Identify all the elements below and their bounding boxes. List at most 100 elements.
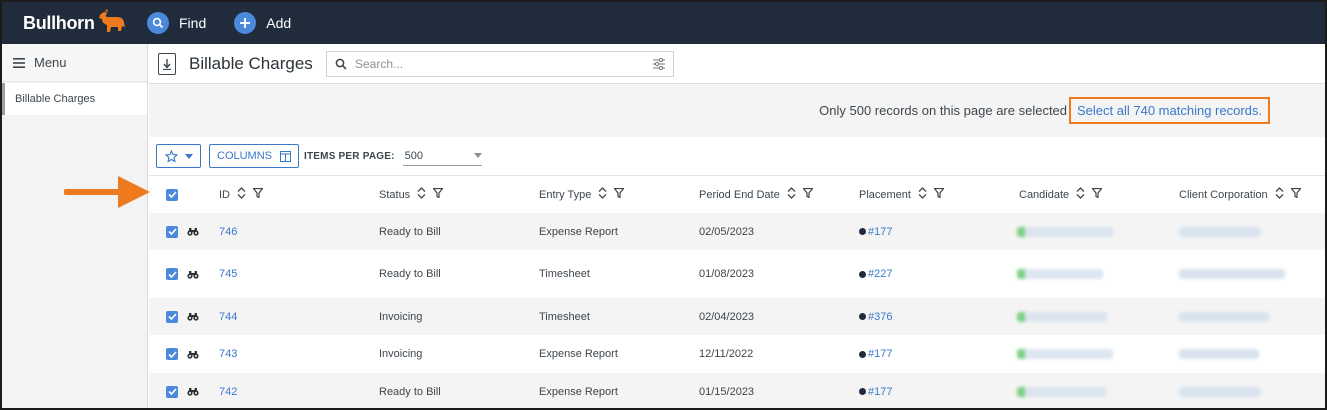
row-checkbox[interactable] xyxy=(166,225,178,238)
row-period-end-date: 02/04/2023 xyxy=(699,310,755,323)
row-checkbox[interactable] xyxy=(166,385,178,398)
row-candidate-redacted xyxy=(1017,226,1113,237)
status-dot-icon xyxy=(859,313,866,320)
row-client-corporation-redacted xyxy=(1179,349,1259,359)
plus-icon xyxy=(234,12,257,34)
row-placement-link[interactable]: #177 xyxy=(859,226,892,238)
search-box[interactable] xyxy=(326,50,674,77)
row-entry-type: Expense Report xyxy=(539,348,618,360)
binoculars-icon[interactable] xyxy=(187,227,199,236)
row-checkbox[interactable] xyxy=(166,268,178,280)
row-period-end-date: 01/08/2023 xyxy=(699,268,755,280)
add-label: Add xyxy=(266,15,292,31)
items-per-page-label: ITEMS PER PAGE: xyxy=(304,150,395,162)
row-candidate-redacted xyxy=(1017,349,1113,359)
row-id-link[interactable]: 742 xyxy=(219,386,237,398)
table-row[interactable]: 746 Ready to Bill Expense Report 02/05/2023… xyxy=(149,213,1325,250)
row-period-end-date: 12/11/2022 xyxy=(699,348,754,360)
row-placement-link[interactable]: #376 xyxy=(859,311,892,323)
find-button[interactable]: Find xyxy=(147,12,206,34)
row-id-link[interactable]: 746 xyxy=(219,226,237,238)
column-header-candidate[interactable]: Candidate xyxy=(1019,187,1103,202)
select-all-matching-link[interactable]: Select all 740 matching records. xyxy=(1069,97,1270,124)
status-dot-icon xyxy=(859,270,866,278)
row-checkbox[interactable] xyxy=(166,348,178,360)
table-header-row: ID Status Entry Type Period End Date Pla… xyxy=(149,175,1325,213)
caret-down-icon xyxy=(473,153,482,158)
sort-icon[interactable] xyxy=(237,187,246,202)
hamburger-icon xyxy=(13,57,25,68)
column-header-status[interactable]: Status xyxy=(379,187,444,202)
select-all-checkbox[interactable] xyxy=(166,188,178,201)
row-id-link[interactable]: 744 xyxy=(219,311,237,323)
table-toolbar: COLUMNS ITEMS PER PAGE: 500 xyxy=(149,137,1325,175)
binoculars-icon[interactable] xyxy=(187,270,199,279)
row-status: Ready to Bill xyxy=(379,385,441,398)
status-dot-icon xyxy=(859,228,866,235)
columns-button[interactable]: COLUMNS xyxy=(209,144,300,168)
billable-charges-icon xyxy=(158,52,176,75)
row-candidate-redacted xyxy=(1017,386,1107,397)
filter-icon[interactable] xyxy=(432,187,444,201)
row-checkbox[interactable] xyxy=(166,310,178,323)
items-per-page-select[interactable]: 500 xyxy=(402,146,482,166)
search-input[interactable] xyxy=(355,56,653,71)
brand-logo[interactable]: Bullhorn xyxy=(23,9,147,37)
table-row[interactable]: 744 Invoicing Timesheet 02/04/2023 #376 xyxy=(149,298,1325,335)
menu-toggle[interactable]: Menu xyxy=(2,44,147,82)
binoculars-icon[interactable] xyxy=(187,312,199,321)
sort-icon[interactable] xyxy=(598,187,607,202)
column-header-id[interactable]: ID xyxy=(219,187,264,202)
sort-icon[interactable] xyxy=(787,187,796,202)
row-entry-type: Timesheet xyxy=(539,310,590,323)
sort-icon[interactable] xyxy=(417,187,426,202)
menu-label: Menu xyxy=(34,55,67,70)
star-icon xyxy=(164,149,178,163)
column-header-client-corporation[interactable]: Client Corporation xyxy=(1179,187,1302,202)
column-header-entry-type[interactable]: Entry Type xyxy=(539,187,626,202)
brand-name: Bullhorn xyxy=(23,12,95,33)
page-header: Billable Charges xyxy=(149,44,1325,84)
table-row[interactable]: 745 Ready to Bill Timesheet 01/08/2023 #227 xyxy=(149,250,1325,298)
filter-icon[interactable] xyxy=(801,187,814,201)
column-header-period-end-date[interactable]: Period End Date xyxy=(699,187,814,202)
row-id-link[interactable]: 745 xyxy=(219,268,237,280)
sort-icon[interactable] xyxy=(1275,187,1284,202)
columns-icon xyxy=(280,150,292,162)
filter-icon[interactable] xyxy=(933,187,945,201)
add-button[interactable]: Add xyxy=(234,12,291,34)
table-row[interactable]: 743 Invoicing Expense Report 12/11/2022 #177 xyxy=(149,335,1325,373)
row-status: Ready to Bill xyxy=(379,268,441,280)
favorites-button[interactable] xyxy=(156,144,201,168)
sort-icon[interactable] xyxy=(1076,187,1085,202)
row-placement-link[interactable]: #227 xyxy=(859,268,892,280)
status-dot-icon xyxy=(859,350,866,358)
selection-banner: Only 500 records on this page are select… xyxy=(149,84,1325,137)
filter-settings-icon[interactable] xyxy=(653,57,665,70)
binoculars-icon[interactable] xyxy=(187,350,199,359)
row-entry-type: Expense Report xyxy=(539,385,618,398)
sidebar: Menu Billable Charges xyxy=(2,44,148,408)
sidebar-item-billable-charges[interactable]: Billable Charges xyxy=(2,83,147,115)
row-client-corporation-redacted xyxy=(1179,311,1269,322)
row-candidate-redacted xyxy=(1017,269,1103,279)
row-placement-link[interactable]: #177 xyxy=(859,386,892,398)
annotation-arrow-icon xyxy=(64,176,150,208)
column-header-placement[interactable]: Placement xyxy=(859,187,945,202)
binoculars-icon[interactable] xyxy=(187,387,199,396)
sort-icon[interactable] xyxy=(918,187,927,202)
top-navigation: Bullhorn Find Add xyxy=(2,2,1325,44)
filter-icon[interactable] xyxy=(613,187,626,201)
filter-icon[interactable] xyxy=(1289,187,1302,201)
items-per-page-value: 500 xyxy=(404,149,423,162)
row-id-link[interactable]: 743 xyxy=(219,348,237,360)
filter-icon[interactable] xyxy=(1091,187,1103,201)
table-row[interactable]: 742 Ready to Bill Expense Report 01/15/2023… xyxy=(149,373,1325,408)
row-status: Ready to Bill xyxy=(379,225,441,238)
row-placement-link[interactable]: #177 xyxy=(859,348,892,360)
app-window: Bullhorn Find Add Menu Billable Charges xyxy=(0,0,1327,410)
search-icon xyxy=(147,12,169,34)
row-entry-type: Timesheet xyxy=(539,268,590,280)
row-client-corporation-redacted xyxy=(1179,386,1261,397)
filter-icon[interactable] xyxy=(252,187,264,201)
